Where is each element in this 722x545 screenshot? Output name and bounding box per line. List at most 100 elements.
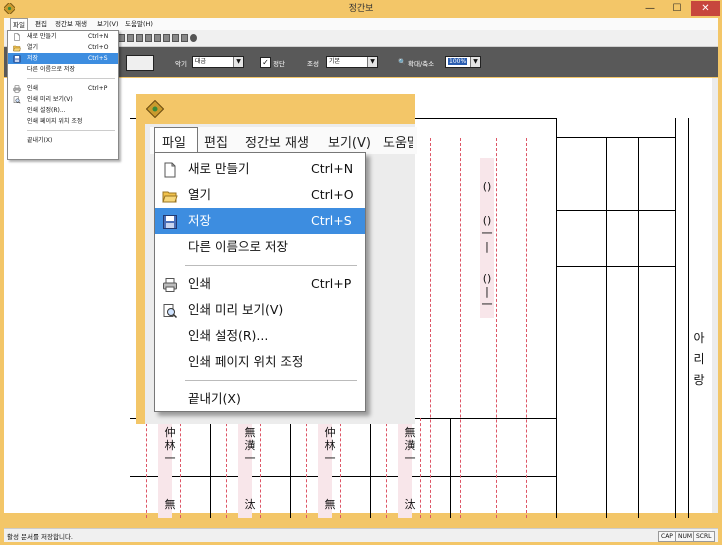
file-menu-item-0[interactable]: 새로 만들기 Ctrl+N — [8, 31, 118, 42]
score-symbol[interactable]: () | 一 — [479, 272, 495, 311]
file-menu-item-7[interactable]: 인쇄 설정(R)... — [8, 105, 118, 116]
score-note[interactable]: 無 — [162, 498, 178, 511]
grid-dash — [526, 138, 527, 518]
score-symbol[interactable]: () — [479, 180, 495, 193]
grid-dash — [386, 418, 387, 518]
menu-item-label: 인쇄 페이지 위치 조정 — [27, 118, 83, 125]
score-border — [556, 118, 557, 518]
zoom-label: 확대/축소 — [408, 60, 435, 68]
column-line — [290, 418, 291, 518]
grid-dash — [420, 418, 421, 518]
instrument-select[interactable]: 대금 ▼ — [192, 56, 244, 68]
menu-item-label: 열기 — [188, 187, 212, 202]
menu-item-label: 끝내기(X) — [27, 137, 53, 144]
grid-dash — [260, 418, 261, 518]
mode-value: 기본 — [329, 58, 341, 65]
file-menu-item-10[interactable]: 끝내기(X) — [8, 135, 118, 146]
cap-indicator: CAP — [658, 531, 676, 542]
zoom-icon: 🔍 — [398, 58, 407, 66]
printer-icon — [13, 85, 21, 93]
menu-view[interactable]: 보기(V) — [95, 18, 120, 30]
row-separator — [556, 210, 675, 211]
menu-item-label: 인쇄 페이지 위치 조정 — [188, 354, 304, 369]
jeongdan-checkbox[interactable]: ✓ — [260, 57, 271, 68]
zoomed-file-menu-item-2[interactable]: 저장 Ctrl+S — [155, 208, 365, 234]
tool-icon-f[interactable] — [163, 34, 170, 42]
zoomed-menu-file[interactable]: 파일 — [162, 132, 186, 151]
score-note[interactable]: 汰 — [242, 498, 258, 511]
grid-dash — [496, 138, 497, 518]
menu-item-label: 새로 만들기 — [27, 33, 57, 40]
chevron-down-icon: ▼ — [367, 57, 377, 67]
score-symbol[interactable]: () 一 | — [479, 214, 495, 253]
minimize-button[interactable]: — — [637, 1, 663, 16]
tool-icon-h[interactable] — [181, 34, 188, 42]
menu-item-label: 인쇄 미리 보기(V) — [27, 96, 73, 103]
grid-dash — [430, 138, 431, 518]
zoom-value: 100% — [448, 58, 468, 65]
score-note[interactable]: 仲 林 一 — [322, 426, 338, 465]
grid-dash — [340, 418, 341, 518]
grid-dash — [146, 418, 147, 518]
zoomed-file-menu-item-10[interactable]: 끝내기(X) — [155, 386, 365, 412]
file-menu-item-8[interactable]: 인쇄 페이지 위치 조정 — [8, 116, 118, 127]
menu-edit[interactable]: 편집 — [33, 18, 49, 30]
zoomed-file-menu-item-7[interactable]: 인쇄 설정(R)... — [155, 323, 365, 349]
score-note[interactable]: 無 潢 一 — [402, 426, 418, 465]
zoom-select[interactable]: 100% ▼ — [445, 56, 481, 68]
tool-icon-b[interactable] — [127, 34, 134, 42]
file-menu-item-6[interactable]: 인쇄 미리 보기(V) — [8, 94, 118, 105]
help-icon[interactable] — [190, 34, 197, 42]
zoomed-file-menu-item-5[interactable]: 인쇄 Ctrl+P — [155, 271, 365, 297]
tool-icon-d[interactable] — [145, 34, 152, 42]
layout-tool-icon[interactable] — [126, 55, 154, 71]
mode-select[interactable]: 기본 ▼ — [326, 56, 378, 68]
tool-icon-a[interactable] — [118, 34, 125, 42]
menu-help[interactable]: 도움말(H) — [123, 18, 155, 30]
menu-separator — [185, 380, 357, 381]
menu-item-label: 저장 — [188, 213, 212, 228]
print-preview-icon — [162, 302, 178, 319]
menu-separator — [185, 265, 357, 266]
menu-item-shortcut: Ctrl+N — [311, 161, 354, 176]
score-note[interactable]: 仲 林 一 — [162, 426, 178, 465]
vertical-scrollbar[interactable] — [712, 78, 718, 513]
menu-item-label: 끝내기(X) — [188, 391, 241, 406]
score-note[interactable]: 無 潢 一 — [242, 426, 258, 465]
file-menu-item-1[interactable]: 열기 Ctrl+O — [8, 42, 118, 53]
status-text: 활성 문서를 저장합니다. — [7, 533, 73, 541]
mode-label: 조성 — [307, 60, 319, 68]
zoomed-menu-playback[interactable]: 정간보 재생 — [245, 132, 309, 151]
menu-item-label: 새로 만들기 — [188, 161, 250, 176]
chevron-down-icon: ▼ — [470, 57, 480, 67]
new-document-icon — [162, 161, 178, 178]
print-preview-icon — [13, 96, 21, 104]
row-separator — [130, 476, 556, 477]
status-bar: 활성 문서를 저장합니다. CAP NUM SCRL — [4, 528, 718, 542]
score-note[interactable]: 汰 — [402, 498, 418, 511]
file-menu-item-5[interactable]: 인쇄 Ctrl+P — [8, 83, 118, 94]
file-menu-item-3[interactable]: 다른 이름으로 저장 — [8, 64, 118, 75]
zoomed-file-menu-item-1[interactable]: 열기 Ctrl+O — [155, 182, 365, 208]
menu-separator — [27, 130, 115, 131]
file-menu-item-2[interactable]: 저장 Ctrl+S — [8, 53, 118, 64]
maximize-button[interactable]: ☐ — [664, 1, 690, 16]
menu-item-shortcut: Ctrl+O — [311, 187, 354, 202]
tool-icon-g[interactable] — [172, 34, 179, 42]
zoomed-file-menu-item-3[interactable]: 다른 이름으로 저장 — [155, 234, 365, 260]
scrl-indicator: SCRL — [693, 531, 715, 542]
jeongdan-label: 정단 — [273, 60, 285, 68]
zoomed-menu-edit[interactable]: 편집 — [204, 132, 228, 151]
save-icon — [162, 213, 178, 229]
menu-item-shortcut: Ctrl+S — [88, 55, 108, 62]
close-button[interactable]: ✕ — [691, 1, 720, 16]
menu-playback[interactable]: 정간보 재생 — [53, 18, 89, 30]
score-note[interactable]: 無 — [322, 498, 338, 511]
zoomed-menu-view[interactable]: 보기(V) — [328, 132, 371, 151]
tool-icon-e[interactable] — [154, 34, 161, 42]
zoomed-menu-help[interactable]: 도움말 — [383, 132, 413, 151]
zoomed-file-menu-item-0[interactable]: 새로 만들기 Ctrl+N — [155, 156, 365, 182]
zoomed-file-menu-item-6[interactable]: 인쇄 미리 보기(V) — [155, 297, 365, 323]
zoomed-file-menu-item-8[interactable]: 인쇄 페이지 위치 조정 — [155, 349, 365, 375]
tool-icon-c[interactable] — [136, 34, 143, 42]
